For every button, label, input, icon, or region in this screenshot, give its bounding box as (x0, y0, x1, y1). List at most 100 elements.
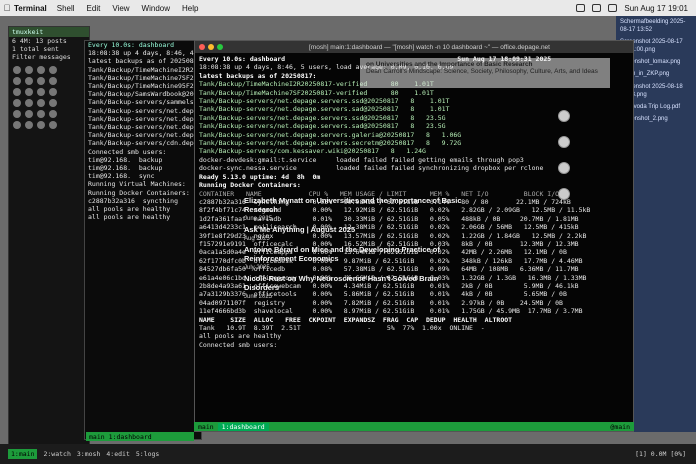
back-line: 6 4M: 13 posts (12, 37, 67, 45)
episode-item[interactable]: Antoine Bérard on Mice and the Developin… (244, 245, 464, 271)
tmux-window-tab[interactable]: 1:dashboard (217, 422, 269, 431)
avatar-icon[interactable] (13, 121, 21, 129)
dock-item[interactable]: 5:logs (136, 450, 159, 458)
mid-line: Every 10.0s: dashboard (88, 41, 175, 49)
avatar-icon[interactable] (37, 88, 45, 96)
avatar-icon[interactable] (49, 110, 57, 118)
avatar-icon[interactable] (13, 88, 21, 96)
avatar-icon[interactable] (13, 66, 21, 74)
back-line: 1 total sent (12, 45, 59, 53)
episode-title: Nicole Rust on Why Neuroscience Hasn't S… (244, 274, 439, 292)
avatar-icon[interactable] (13, 77, 21, 85)
avatar-icon[interactable] (25, 77, 33, 85)
episode-meta: Aug 2025 (244, 236, 270, 242)
avatar-icon[interactable] (49, 121, 57, 129)
left-tmux-status-bar: main 1:dashboard (86, 432, 194, 441)
window-title: [mosh] main:1:dashboard — "[mosh] watch … (309, 43, 550, 51)
avatar-icon[interactable] (37, 66, 45, 74)
mid-line: Running Docker Containers: (88, 188, 190, 197)
mid-line: tim@92.168. backup (88, 164, 163, 173)
avatar-icon[interactable] (49, 88, 57, 96)
menu-item-help[interactable]: Help (182, 4, 198, 13)
tmux-right-label: @main (610, 422, 630, 431)
tmux-session-label[interactable]: main (194, 423, 218, 431)
thumbnail-icon[interactable] (558, 110, 570, 122)
mid-line: c2887b32a316 syncthing (88, 196, 179, 205)
thumbnail-icon[interactable] (558, 136, 570, 148)
window-titlebar[interactable]: [mosh] main:1:dashboard — "[mosh] watch … (195, 41, 633, 53)
menu-clock[interactable]: Sun Aug 17 19:01 (624, 4, 688, 13)
minimize-icon[interactable] (208, 44, 214, 50)
avatar-icon[interactable] (49, 77, 57, 85)
menu-app-name[interactable]: Terminal (14, 4, 47, 13)
episode-meta: June 2025 (244, 216, 273, 222)
avatar-icon[interactable] (25, 110, 33, 118)
dock-item[interactable]: 4:edit (106, 450, 129, 458)
avatar-icon[interactable] (25, 99, 33, 107)
avatar-icon[interactable] (13, 99, 21, 107)
episode-item[interactable]: Ask Me Anything | August 2025 Aug 2025 (244, 225, 464, 242)
media-thumbnail-column (558, 110, 614, 200)
avatar-icon[interactable] (37, 99, 45, 107)
menu-item-window[interactable]: Window (142, 4, 170, 13)
mid-line: Tank/Backup/TimeMachine7SF20250817 (88, 73, 201, 82)
podcast-card-title: on Universities and the Importance of Ba… (366, 61, 533, 68)
avatar-icon[interactable] (37, 121, 45, 129)
avatar-icon[interactable] (49, 66, 57, 74)
apple-icon[interactable]:  (0, 3, 14, 13)
avatar-grid (9, 61, 89, 134)
mid-line: tim@92.168. backup (88, 155, 163, 164)
episode-meta: July 2025 (244, 265, 270, 271)
avatar-icon[interactable] (49, 99, 57, 107)
left-terminal-window[interactable]: Every 10.0s: dashboard 18:08:38 up 4 day… (84, 40, 202, 440)
dock-item[interactable]: 3:mosh (77, 450, 100, 458)
mid-line: Tank/Backup/TimeMachineI2R20250817 (88, 65, 201, 74)
mid-line: Tank/Backup/SamsWardbook@20250817 (88, 90, 201, 99)
avatar-icon[interactable] (37, 77, 45, 85)
avatar-icon[interactable] (13, 110, 21, 118)
avatar-icon[interactable] (25, 66, 33, 74)
terminal-line: Tank 10.9T 8.39T 2.51T - - 5% 77% 1.00x … (199, 324, 485, 332)
menu-item-view[interactable]: View (112, 4, 129, 13)
mid-line: latest backups as of 20250817: (88, 57, 201, 66)
terminal-line: all pools are healthy (199, 332, 282, 341)
avatar-icon[interactable] (25, 88, 33, 96)
dock-item[interactable]: 1:main (8, 449, 38, 459)
mid-line: Tank/Backup-servers/net.depage (88, 106, 201, 115)
terminal-line: Tank/Backup/TimeMachine7SF20250817-verif… (199, 88, 434, 97)
menu-item-edit[interactable]: Edit (87, 4, 101, 13)
tmux-session-label[interactable]: main (89, 433, 105, 441)
episode-item[interactable]: Elizabeth Mynatt on Universities and the… (244, 196, 464, 222)
avatar-icon[interactable] (37, 110, 45, 118)
search-icon[interactable] (608, 4, 618, 12)
filter-messages-field[interactable]: Filter messages (9, 53, 89, 61)
mid-line: all pools are healthy (88, 213, 171, 222)
wifi-icon[interactable] (592, 4, 602, 12)
avatar-icon[interactable] (25, 121, 33, 129)
thumbnail-icon[interactable] (558, 162, 570, 174)
terminal-line: Tank/Backup-servers/net.depage.servers.s… (199, 97, 450, 106)
episode-item[interactable]: Nicole Rust on Why Neuroscience Hasn't S… (244, 274, 464, 300)
terminal-line: Connected smb users: (199, 340, 278, 349)
thumbnail-icon[interactable] (558, 188, 570, 200)
bottom-status-bar: 1:main 2:watch 3:mosh 4:edit 5:logs [1] … (0, 444, 696, 464)
mid-line: Connected smb users: (88, 147, 167, 156)
background-mail-window[interactable]: tmuxkeit 6 4M: 13 posts 1 total sent Fil… (8, 26, 90, 446)
menu-item-shell[interactable]: Shell (57, 4, 75, 13)
mid-line: Tank/Backup-servers/cdn.depage (88, 139, 201, 148)
close-icon[interactable] (199, 44, 205, 50)
episode-meta: June 2025 (244, 294, 273, 300)
battery-icon[interactable] (576, 4, 586, 12)
mid-line: Tank/Backup-servers/net.depage (88, 123, 201, 132)
dock-item[interactable]: 2:watch (43, 450, 70, 458)
mid-line: Tank/Backup-servers/net.depage (88, 114, 201, 123)
zoom-icon[interactable] (217, 44, 223, 50)
podcast-episode-list: Elizabeth Mynatt on Universities and the… (244, 196, 464, 303)
episode-title: Antoine Bérard on Mice and the Developin… (244, 245, 440, 263)
terminal-line: NAME SIZE ALLOC FREE CKPOINT EXPANDSZ FR… (199, 315, 513, 324)
podcast-header-card[interactable]: on Universities and the Importance of Ba… (360, 58, 610, 88)
mid-line: all pools are healthy (88, 205, 171, 214)
mid-line: Tank/Backup/TimeMachine95F20250817 (88, 82, 201, 91)
desktop-file[interactable]: Schermafbeelding 2025-08-17 13:52 (616, 16, 696, 36)
tmux-window-tab[interactable]: 1:dashboard (109, 433, 152, 441)
